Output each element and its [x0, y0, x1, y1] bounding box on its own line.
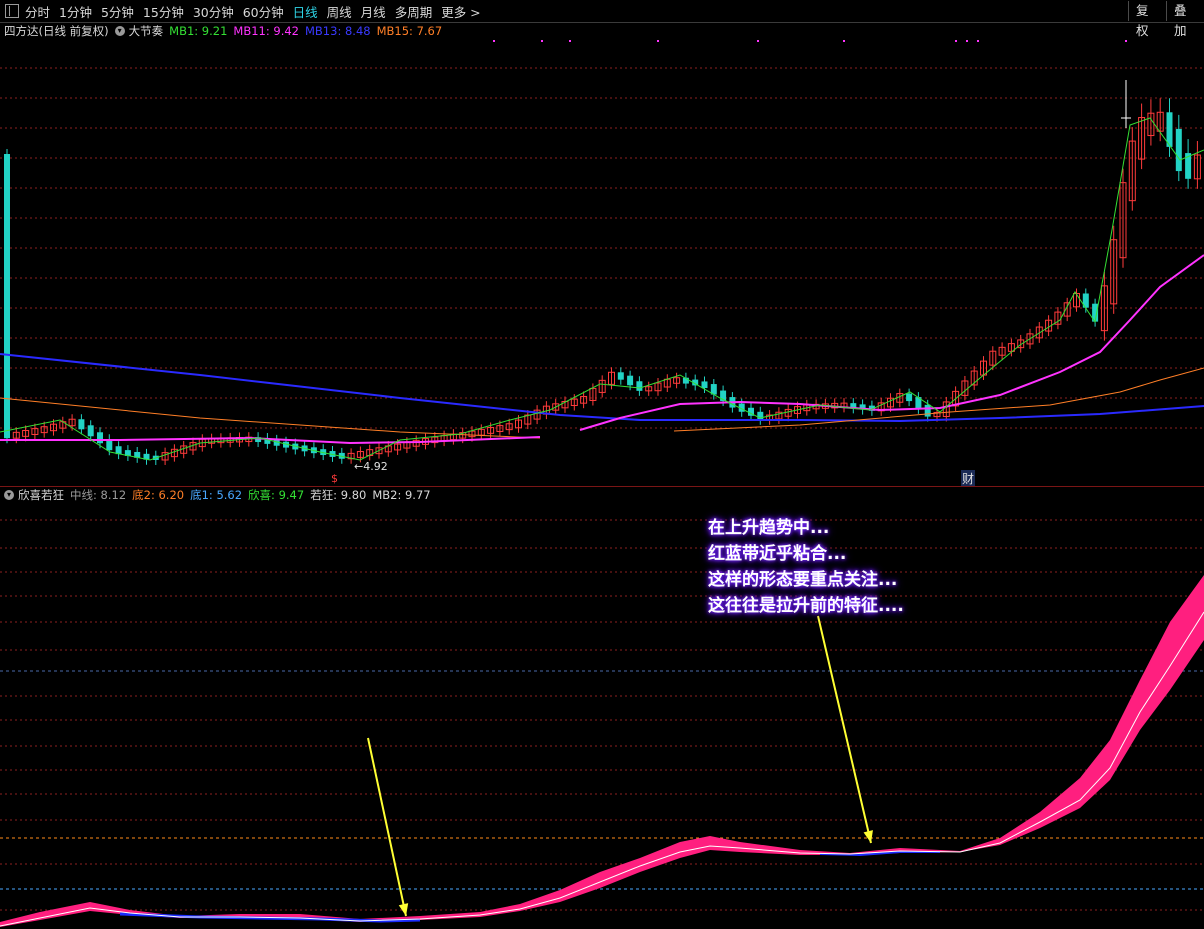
annotation-line: 在上升趋势中...: [708, 518, 830, 538]
period-tab[interactable]: 月线: [361, 2, 386, 21]
annotation-line: 红蓝带近乎粘合...: [708, 544, 847, 564]
signal-dot: [955, 40, 957, 42]
more-periods-button[interactable]: 更多 >: [441, 2, 480, 21]
candle-body: [906, 393, 913, 402]
overlay-button[interactable]: 叠加: [1166, 1, 1204, 38]
main-price-chart[interactable]: [0, 22, 1204, 486]
signal-dot: [569, 40, 571, 42]
left-arrow-icon: ←: [354, 460, 364, 473]
period-tab[interactable]: 1分钟: [59, 2, 92, 21]
sub-indicator-chart[interactable]: [0, 487, 1204, 929]
s-marker: $: [331, 472, 338, 485]
signal-dot: [657, 40, 659, 42]
signal-dot: [1125, 40, 1127, 42]
candle-body: [78, 419, 85, 430]
red-band: [0, 575, 1204, 927]
yellow-arrow: [817, 615, 872, 844]
signal-dot: [843, 40, 845, 42]
candle-body: [1175, 128, 1182, 172]
finance-marker[interactable]: 财: [961, 470, 976, 487]
period-tab[interactable]: 15分钟: [143, 2, 184, 21]
candle-body: [757, 411, 764, 420]
signal-dot: [541, 40, 543, 42]
candle-body: [924, 404, 931, 417]
signal-dot: [966, 40, 968, 42]
signal-dot: [977, 40, 979, 42]
candle-body: [87, 425, 94, 437]
signal-dot: [757, 40, 759, 42]
candle-body: [627, 375, 634, 386]
low-price-label: ←4.92: [354, 460, 388, 473]
period-tab[interactable]: 60分钟: [243, 2, 284, 21]
period-tab-daily[interactable]: 日线: [293, 2, 318, 21]
candle-body: [617, 372, 624, 380]
candle-body: [97, 432, 103, 444]
candle-body: [701, 381, 708, 389]
mb15-line: [673, 367, 1204, 432]
period-tab[interactable]: 5分钟: [101, 2, 134, 21]
annotation-text: 在上升趋势中... 红蓝带近乎粘合... 这样的形态要重点关注... 这往往是拉…: [708, 515, 904, 619]
period-tab[interactable]: 30分钟: [193, 2, 234, 21]
restore-rights-button[interactable]: 复权: [1128, 1, 1166, 38]
panel-toggle-icon[interactable]: [5, 4, 19, 18]
annotation-line: 这样的形态要重点关注...: [708, 570, 898, 590]
period-toolbar: 分时 1分钟 5分钟 15分钟 30分钟 60分钟 日线 周线 月线 多周期 更…: [0, 0, 1204, 38]
candle-body: [4, 154, 10, 439]
annotation-line: 这往往是拉升前的特征....: [708, 596, 904, 616]
candle-body: [636, 381, 643, 391]
period-tab[interactable]: 多周期: [395, 2, 433, 21]
mb1-line: [0, 117, 1204, 461]
period-tab[interactable]: 分时: [25, 2, 50, 21]
signal-dot: [493, 40, 495, 42]
period-tab[interactable]: 周线: [327, 2, 352, 21]
